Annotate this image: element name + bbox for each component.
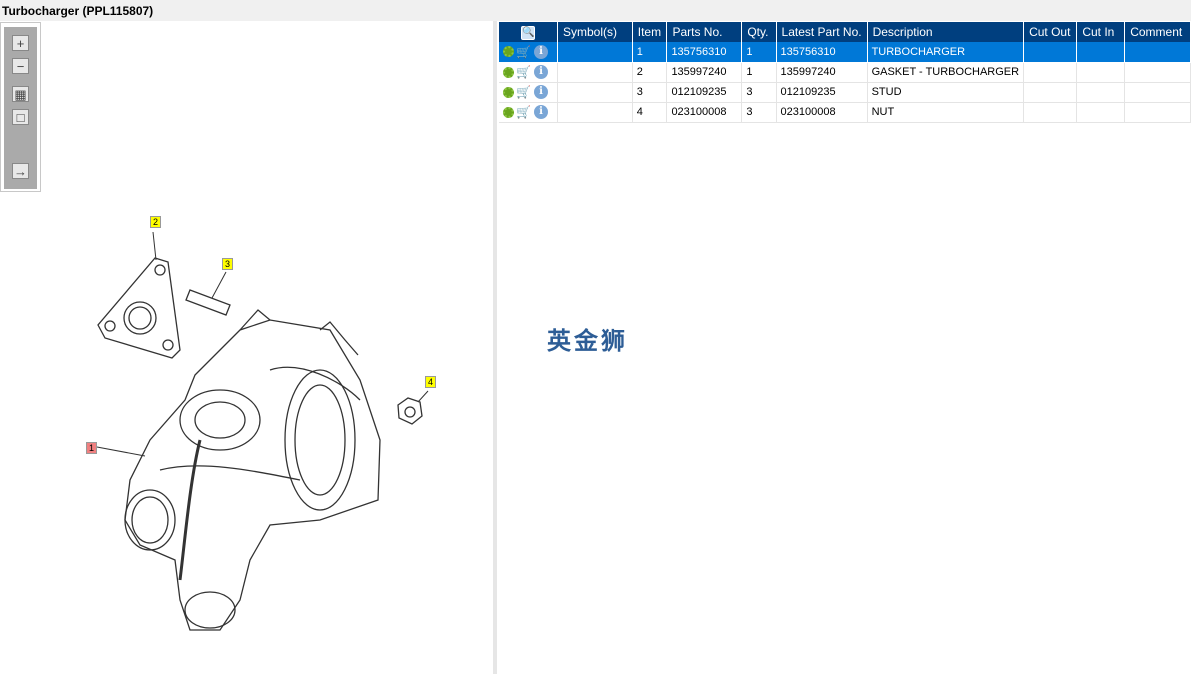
callout-1[interactable]: 1 bbox=[86, 442, 98, 454]
diagram-pane[interactable]: 1 2 3 4 bbox=[0, 21, 493, 674]
cell-comment bbox=[1124, 82, 1191, 103]
cell-item: 4 bbox=[632, 102, 668, 123]
table-row[interactable]: 🛒 i 3 012109235 3 012109235 STUD bbox=[499, 82, 1191, 103]
cell-description: NUT bbox=[867, 102, 1025, 123]
window-title: Turbocharger (PPL115807) bbox=[0, 0, 1191, 21]
cell-qty: 3 bbox=[741, 82, 777, 103]
callout-4[interactable]: 4 bbox=[425, 376, 437, 388]
cart-icon[interactable]: 🛒 bbox=[516, 66, 532, 78]
cell-item: 2 bbox=[632, 62, 668, 83]
cell-symbols bbox=[557, 42, 633, 63]
cell-qty: 3 bbox=[741, 102, 777, 123]
cell-cut-in bbox=[1076, 62, 1126, 83]
table-row[interactable]: 🛒 i 4 023100008 3 023100008 NUT bbox=[499, 102, 1191, 123]
parts-list-pane: 🔍 Symbol(s) Item Parts No. Qty. Latest P… bbox=[497, 21, 1191, 674]
info-icon[interactable]: i bbox=[534, 105, 548, 119]
gear-icon[interactable] bbox=[503, 46, 514, 58]
gear-icon[interactable] bbox=[503, 86, 514, 98]
cart-icon[interactable]: 🛒 bbox=[516, 86, 532, 98]
fit-all-icon[interactable]: ▦ bbox=[12, 86, 29, 102]
cell-latest: 135756310 bbox=[776, 42, 868, 63]
cell-parts-no: 012109235 bbox=[666, 82, 743, 103]
diagram-toolbar: + − ▦ □ → bbox=[0, 22, 41, 192]
cell-item: 1 bbox=[632, 42, 668, 63]
callout-2[interactable]: 2 bbox=[150, 216, 162, 228]
cell-cut-out bbox=[1023, 62, 1078, 83]
cell-symbols bbox=[557, 102, 633, 123]
row-actions: 🛒 i bbox=[499, 62, 558, 83]
col-parts-no[interactable]: Parts No. bbox=[666, 22, 743, 42]
cell-qty: 1 bbox=[741, 62, 777, 83]
cell-cut-in bbox=[1076, 42, 1126, 63]
turbocharger-diagram bbox=[96, 231, 429, 631]
col-item[interactable]: Item bbox=[632, 22, 668, 42]
cell-cut-out bbox=[1023, 42, 1078, 63]
callout-3[interactable]: 3 bbox=[222, 258, 234, 270]
cell-qty: 1 bbox=[741, 42, 777, 63]
cell-cut-in bbox=[1076, 102, 1126, 123]
cell-latest: 023100008 bbox=[776, 102, 868, 123]
cell-symbols bbox=[557, 82, 633, 103]
export-list-icon[interactable]: → bbox=[12, 163, 29, 179]
info-icon[interactable]: i bbox=[534, 85, 548, 99]
cart-icon[interactable]: 🛒 bbox=[516, 46, 532, 58]
zoom-out-icon[interactable]: − bbox=[12, 58, 29, 74]
cell-latest: 012109235 bbox=[776, 82, 868, 103]
cell-parts-no: 135756310 bbox=[666, 42, 743, 63]
col-cut-out[interactable]: Cut Out bbox=[1023, 22, 1078, 42]
gear-icon[interactable] bbox=[503, 106, 514, 118]
cell-cut-out bbox=[1023, 82, 1078, 103]
cell-description: TURBOCHARGER bbox=[867, 42, 1025, 63]
watermark: 英金狮 bbox=[547, 327, 628, 355]
gear-icon[interactable] bbox=[503, 66, 514, 78]
cell-cut-in bbox=[1076, 82, 1126, 103]
cell-comment bbox=[1124, 102, 1191, 123]
cell-cut-out bbox=[1023, 102, 1078, 123]
cell-parts-no: 023100008 bbox=[666, 102, 743, 123]
col-description[interactable]: Description bbox=[867, 22, 1025, 42]
col-comment[interactable]: Comment bbox=[1124, 22, 1191, 42]
cell-description: STUD bbox=[867, 82, 1025, 103]
row-actions: 🛒 i bbox=[499, 102, 558, 123]
col-cut-in[interactable]: Cut In bbox=[1076, 22, 1126, 42]
table-row[interactable]: 🛒 i 1 135756310 1 135756310 TURBOCHARGER bbox=[499, 42, 1191, 63]
cell-description: GASKET - TURBOCHARGER bbox=[867, 62, 1025, 83]
cell-item: 3 bbox=[632, 82, 668, 103]
info-icon[interactable]: i bbox=[534, 44, 548, 59]
col-qty[interactable]: Qty. bbox=[741, 22, 777, 42]
cell-parts-no: 135997240 bbox=[666, 62, 743, 83]
table-row[interactable]: 🛒 i 2 135997240 1 135997240 GASKET - TURBOCHAR… bbox=[499, 62, 1191, 83]
cell-latest: 135997240 bbox=[776, 62, 868, 83]
info-icon[interactable]: i bbox=[534, 65, 548, 79]
parts-table: 🔍 Symbol(s) Item Parts No. Qty. Latest P… bbox=[499, 22, 1191, 123]
cell-comment bbox=[1124, 62, 1191, 83]
row-actions: 🛒 i bbox=[499, 42, 558, 63]
fit-window-icon[interactable]: □ bbox=[12, 109, 29, 125]
col-latest-part-no[interactable]: Latest Part No. bbox=[776, 22, 868, 42]
cell-symbols bbox=[557, 62, 633, 83]
row-actions: 🛒 i bbox=[499, 82, 558, 103]
search-icon[interactable]: 🔍 bbox=[499, 22, 558, 42]
col-symbols[interactable]: Symbol(s) bbox=[557, 22, 633, 42]
cart-icon[interactable]: 🛒 bbox=[516, 106, 532, 118]
cell-comment bbox=[1124, 42, 1191, 63]
zoom-in-icon[interactable]: + bbox=[12, 35, 29, 51]
